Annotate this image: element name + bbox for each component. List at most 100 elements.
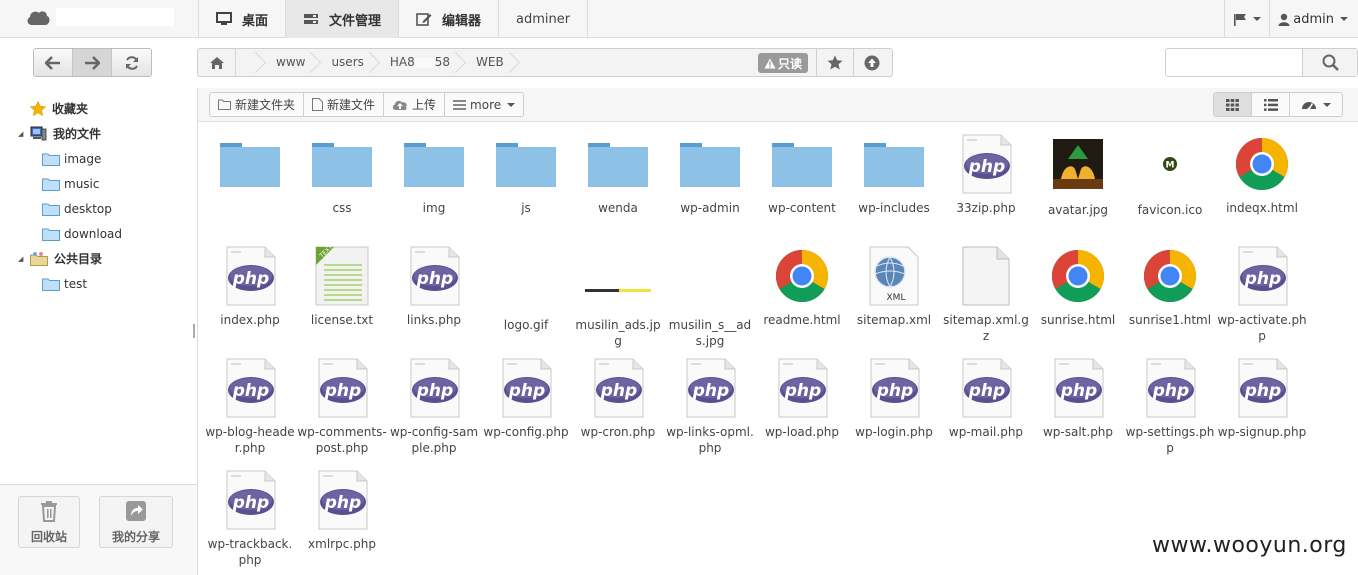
file-name: wp-config.php (483, 425, 569, 439)
tree-public[interactable]: ◢ 公共目录 (0, 246, 197, 271)
list-view-button[interactable] (1252, 93, 1290, 116)
file-item[interactable]: wp-admin (664, 133, 756, 216)
tree-my-files[interactable]: ◢ 我的文件 (0, 121, 197, 146)
file-item[interactable]: php wp-signup.php (1216, 357, 1308, 440)
file-item[interactable]: wp-includes (848, 133, 940, 216)
tree-folder-test[interactable]: test (0, 271, 197, 296)
tree-folder-desktop[interactable]: desktop (0, 196, 197, 221)
menu-editor[interactable]: 编辑器 (398, 0, 498, 38)
file-item[interactable]: php wp-config.php (480, 357, 572, 440)
file-item[interactable] (204, 133, 296, 200)
file-item[interactable]: logo.gif (480, 245, 572, 333)
file-outline-icon (312, 98, 324, 111)
file-item[interactable]: php 33zip.php (940, 133, 1032, 216)
flag-dropdown[interactable] (1224, 0, 1269, 38)
crumb-www[interactable]: www (262, 49, 317, 76)
file-name: xmlrpc.php (308, 537, 376, 551)
file-item[interactable]: php wp-blog-header.php (204, 357, 296, 456)
cloud-upload-icon (392, 100, 407, 110)
file-item[interactable]: php wp-trackback.php (204, 469, 296, 568)
expand-toggle-icon[interactable]: ◢ (18, 255, 28, 263)
file-item[interactable]: XML sitemap.xml (848, 245, 940, 328)
file-item[interactable]: php wp-cron.php (572, 357, 664, 440)
back-button[interactable] (34, 49, 73, 76)
file-item[interactable]: musilin_s__ads.jpg (664, 245, 756, 349)
file-icon-wrap: php (296, 469, 388, 531)
refresh-button[interactable] (112, 49, 151, 76)
upload-button[interactable]: 上传 (384, 93, 446, 116)
recycle-bin-button[interactable]: 回收站 (18, 496, 80, 548)
file-item[interactable]: Mfavicon.ico (1124, 133, 1216, 218)
menu-file-manager-label: 文件管理 (329, 13, 382, 29)
tree-folder-image[interactable]: image (0, 146, 197, 171)
search-button[interactable] (1302, 49, 1357, 76)
folder-icon (42, 178, 60, 191)
file-name: js (521, 201, 531, 215)
file-item[interactable]: php wp-mail.php (940, 357, 1032, 440)
menu-adminer[interactable]: adminer (498, 0, 589, 38)
file-item[interactable]: php xmlrpc.php (296, 469, 388, 552)
file-item[interactable]: readme.html (756, 245, 848, 328)
file-name: sunrise.html (1040, 313, 1116, 327)
crumb-root[interactable] (242, 49, 262, 76)
home-button[interactable] (198, 49, 236, 76)
new-folder-button[interactable]: 新建文件夹 (210, 93, 305, 116)
expand-toggle-icon[interactable]: ◢ (18, 130, 28, 138)
grid-view-button[interactable] (1214, 93, 1252, 116)
file-item[interactable]: wenda (572, 133, 664, 216)
new-file-label: 新建文件 (327, 98, 376, 112)
file-item[interactable]: js (480, 133, 572, 216)
more-dropdown[interactable]: more (445, 93, 523, 116)
my-share-button[interactable]: 我的分享 (99, 496, 173, 548)
file-item[interactable]: php wp-load.php (756, 357, 848, 440)
favicon-icon: M (1163, 157, 1177, 171)
svg-text:XML: XML (887, 293, 906, 303)
parent-dir-button[interactable] (853, 49, 890, 76)
svg-text:php: php (876, 381, 913, 401)
file-icon-wrap (664, 245, 756, 307)
file-item[interactable]: php wp-login.php (848, 357, 940, 440)
file-name: wp-config-sample.php (389, 425, 479, 455)
new-file-button[interactable]: 新建文件 (304, 93, 385, 116)
menu-desktop[interactable]: 桌面 (198, 0, 285, 38)
favorite-button[interactable] (816, 49, 853, 76)
file-item[interactable]: avatar.jpg (1032, 133, 1124, 218)
file-item[interactable]: php wp-settings.php (1124, 357, 1216, 456)
file-item[interactable]: php wp-config-sample.php (388, 357, 480, 456)
resize-handle[interactable] (193, 324, 195, 338)
file-item[interactable]: indeqx.html (1216, 133, 1308, 216)
user-dropdown[interactable]: admin (1269, 0, 1358, 38)
tree-folder-download[interactable]: download (0, 221, 197, 246)
tree-folder-music[interactable]: music (0, 171, 197, 196)
forward-button[interactable] (73, 49, 112, 76)
crumb-user-dir[interactable]: HA8 58 (376, 49, 462, 76)
file-item[interactable]: sunrise1.html (1124, 245, 1216, 328)
file-item[interactable]: TEXT license.txt (296, 245, 388, 328)
search-input[interactable] (1166, 49, 1302, 76)
file-item[interactable]: sunrise.html (1032, 245, 1124, 328)
file-item[interactable]: php wp-activate.php (1216, 245, 1308, 344)
svg-text:php: php (1060, 381, 1097, 401)
monitor-icon (216, 12, 232, 25)
file-icon-wrap: php (572, 357, 664, 419)
folder-icon (680, 143, 740, 187)
crumb-web[interactable]: WEB (462, 49, 516, 76)
file-icon-wrap (572, 245, 664, 307)
file-item[interactable]: php wp-links-opml.php (664, 357, 756, 456)
file-item[interactable]: php wp-salt.php (1032, 357, 1124, 440)
group-folder-icon (30, 252, 48, 266)
file-item[interactable]: css (296, 133, 388, 216)
menu-file-manager[interactable]: 文件管理 (285, 0, 399, 38)
file-item[interactable]: img (388, 133, 480, 216)
file-item[interactable]: sitemap.xml.gz (940, 245, 1032, 344)
breadcrumb: www users HA8 58 WEB (242, 49, 516, 76)
file-item[interactable]: php wp-comments-post.php (296, 357, 388, 456)
file-item[interactable]: php index.php (204, 245, 296, 328)
chevron-down-icon (1323, 102, 1331, 107)
tree-favorites[interactable]: 收藏夹 (0, 96, 197, 121)
display-options-dropdown[interactable] (1290, 93, 1342, 116)
file-item[interactable]: php links.php (388, 245, 480, 328)
crumb-users[interactable]: users (317, 49, 375, 76)
file-item[interactable]: wp-content (756, 133, 848, 216)
file-item[interactable]: musilin_ads.jpg (572, 245, 664, 349)
